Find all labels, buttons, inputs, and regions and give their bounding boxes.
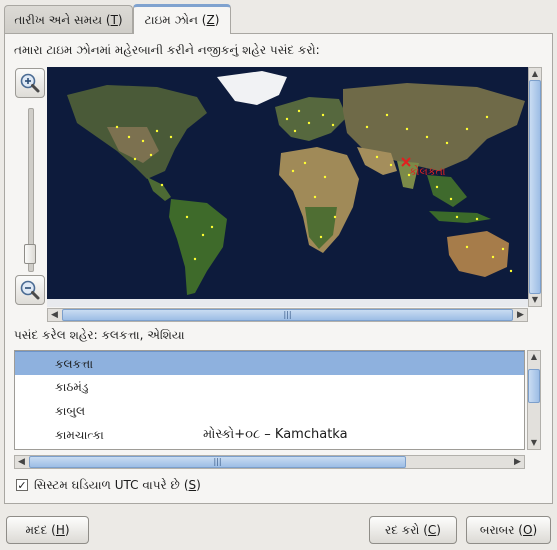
- help-button[interactable]: મદદ (H): [6, 516, 89, 544]
- list-item[interactable]: કાઠમંડુ: [15, 375, 524, 399]
- city-list[interactable]: કલકત્તા કાઠમંડુ કાબુલ કામચાત્કા મોસ્કો+૦…: [14, 350, 525, 450]
- world-map-image: [47, 67, 528, 307]
- list-vscroll-thumb[interactable]: [528, 369, 540, 403]
- zoom-in-button[interactable]: [15, 68, 45, 98]
- scroll-down-icon[interactable]: ▼: [528, 437, 540, 449]
- city-name: કાઠમંડુ: [55, 380, 89, 394]
- antarctica-shape: [47, 299, 528, 307]
- tab-timezone-key: Z: [206, 13, 215, 27]
- scroll-left-icon[interactable]: ◀: [48, 309, 61, 321]
- utc-checkbox[interactable]: ✓: [16, 479, 28, 491]
- cancel-button-key: C: [427, 523, 437, 537]
- instruction-label: તમારા ટાઇમ ઝોનમાં મહેરબાની કરીને નજીકનું…: [14, 43, 320, 57]
- scroll-left-icon[interactable]: ◀: [15, 456, 28, 468]
- scroll-right-icon[interactable]: ▶: [511, 456, 524, 468]
- city-name: કામચાત્કા: [55, 428, 104, 442]
- map-horizontal-scrollbar[interactable]: ◀ ||| ▶: [47, 308, 528, 322]
- cancel-button-label: રદ કરો: [385, 523, 420, 537]
- list-vertical-scrollbar[interactable]: ▲ ▼: [527, 350, 541, 450]
- scroll-right-icon[interactable]: ▶: [514, 309, 527, 321]
- ok-button-key: O: [522, 523, 533, 537]
- city-desc: મોસ્કો+૦૮ – Kamchatka: [203, 427, 348, 442]
- selected-city-map-label: કોલકતા: [409, 165, 446, 178]
- list-item[interactable]: કામચાત્કા મોસ્કો+૦૮ – Kamchatka: [15, 423, 524, 447]
- map-hscroll-thumb[interactable]: |||: [62, 309, 513, 321]
- zoom-in-icon: [20, 73, 40, 93]
- map-vertical-scrollbar[interactable]: ▲ ▼: [528, 67, 542, 307]
- city-name: કાબુલ: [55, 404, 86, 418]
- world-map[interactable]: કોલકતા: [47, 67, 528, 307]
- utc-checkbox-label: સિસ્ટમ ઘડિયાળ UTC વાપરે છે: [34, 477, 180, 492]
- help-button-label: મદદ: [25, 523, 48, 537]
- selected-city-label: પસંદ કરેલ શહેર: કલકત્તા, એશિયા: [14, 328, 185, 342]
- city-name: કલકત્તા: [55, 357, 94, 371]
- map-vscroll-thumb[interactable]: [529, 80, 541, 294]
- ok-button[interactable]: બરાબર (O): [466, 516, 551, 544]
- scroll-up-icon[interactable]: ▲: [529, 68, 541, 80]
- utc-checkbox-row[interactable]: ✓ સિસ્ટમ ઘડિયાળ UTC વાપરે છે (S): [16, 477, 201, 493]
- cancel-button[interactable]: રદ કરો (C): [369, 516, 457, 544]
- tab-date-time-label: તારીખ અને સમય: [14, 13, 103, 27]
- scroll-up-icon[interactable]: ▲: [528, 351, 540, 363]
- ok-button-label: બરાબર: [479, 523, 515, 537]
- list-item[interactable]: કલકત્તા: [15, 351, 524, 375]
- tab-date-time[interactable]: તારીખ અને સમય (T): [4, 5, 133, 33]
- utc-checkbox-key: S: [188, 478, 197, 492]
- tab-timezone-label: ટાઇમ ઝોન: [144, 13, 198, 27]
- zoom-out-icon: [20, 280, 40, 300]
- help-button-key: H: [55, 523, 65, 537]
- list-item[interactable]: કાબુલ: [15, 399, 524, 423]
- tab-date-time-key: T: [110, 13, 118, 27]
- zoom-out-button[interactable]: [15, 275, 45, 305]
- list-horizontal-scrollbar[interactable]: ◀ ||| ▶: [14, 455, 525, 469]
- tab-timezone[interactable]: ટાઇમ ઝોન (Z): [133, 4, 231, 34]
- list-hscroll-thumb[interactable]: |||: [29, 456, 406, 468]
- zoom-slider-handle[interactable]: [24, 244, 36, 264]
- scroll-down-icon[interactable]: ▼: [529, 294, 541, 306]
